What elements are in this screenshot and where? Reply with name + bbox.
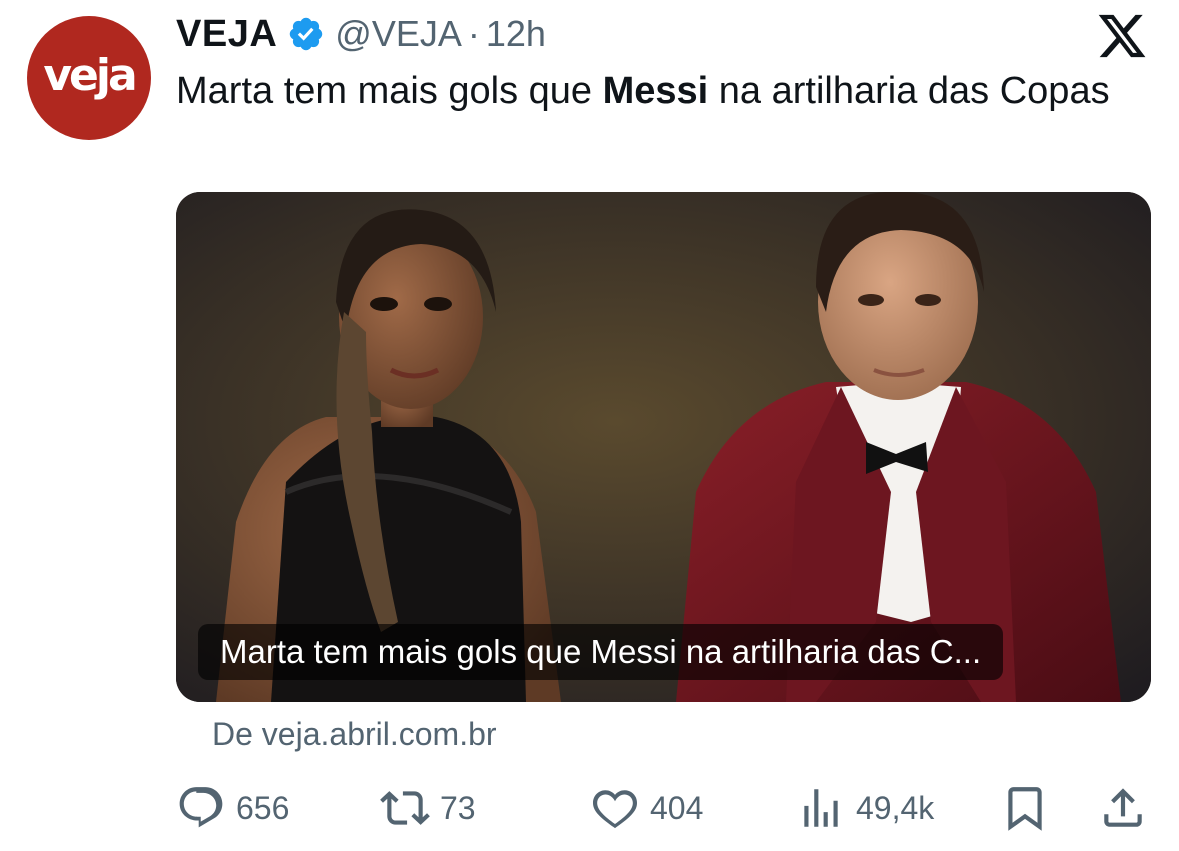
tweet-text-after: na artilharia das Copas (708, 70, 1110, 112)
timestamp[interactable]: 12h (486, 13, 546, 55)
share-button[interactable] (1098, 782, 1148, 834)
reply-icon (179, 787, 223, 828)
views-icon (804, 789, 838, 827)
bookmark-icon (1008, 787, 1042, 831)
tweet-header: VEJA @VEJA · 12h (176, 12, 546, 56)
share-icon (1104, 788, 1142, 827)
avatar[interactable]: veja (27, 16, 151, 140)
views-button[interactable]: 49,4k (796, 782, 934, 834)
avatar-logo-text: veja (43, 49, 137, 101)
link-card-title: Marta tem mais gols que Messi na artilha… (198, 624, 1004, 680)
handle[interactable]: @VEJA (335, 13, 462, 55)
reply-count: 656 (236, 789, 290, 826)
tweet-text-bold: Messi (602, 70, 709, 112)
reply-button[interactable]: 656 (176, 782, 289, 834)
like-icon (592, 790, 638, 829)
retweet-count: 73 (440, 789, 476, 826)
link-source[interactable]: De veja.abril.com.br (212, 716, 497, 753)
tweet-text: Marta tem mais gols que Messi na artilha… (176, 64, 1136, 118)
tweet-text-before: Marta tem mais gols que (176, 70, 603, 112)
like-button[interactable]: 404 (590, 782, 703, 834)
bookmark-button[interactable] (1000, 782, 1050, 834)
retweet-button[interactable]: 73 (380, 782, 476, 834)
like-count: 404 (650, 789, 704, 826)
display-name[interactable]: VEJA (176, 13, 277, 56)
retweet-icon (380, 791, 430, 825)
separator-dot: · (467, 13, 480, 54)
action-bar: 656 73 404 49,4k (176, 782, 1151, 834)
verified-badge-icon (290, 17, 323, 51)
link-card-image[interactable]: Marta tem mais gols que Messi na artilha… (176, 192, 1151, 702)
views-count: 49,4k (856, 789, 935, 826)
x-logo-icon (1098, 14, 1146, 58)
